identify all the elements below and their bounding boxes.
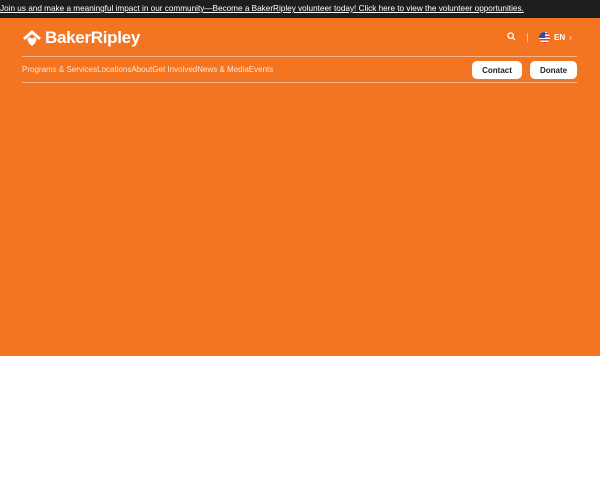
nav-about[interactable]: About (131, 65, 152, 74)
logo-text: BakerRipley (45, 28, 140, 47)
logo[interactable]: BakerRipley (22, 28, 140, 48)
main-nav: Programs & Services Locations About Get … (22, 65, 273, 74)
search-button[interactable] (507, 32, 516, 41)
chevron-right-icon: › (569, 33, 572, 42)
header-divider-top (22, 56, 577, 57)
house-heart-icon (23, 30, 41, 46)
nav-locations[interactable]: Locations (97, 65, 131, 74)
nav-news-media[interactable]: News & Media (197, 65, 249, 74)
language-label: EN (554, 33, 566, 42)
language-selector[interactable]: EN › (539, 32, 572, 43)
contact-button[interactable]: Contact (472, 61, 522, 79)
nav-programs-services[interactable]: Programs & Services (22, 65, 97, 74)
header-divider-bottom (22, 82, 577, 83)
nav-events[interactable]: Events (249, 65, 273, 74)
nav-get-involved[interactable]: Get Involved (152, 65, 197, 74)
search-icon (507, 32, 516, 41)
volunteer-banner-link[interactable]: Join us and make a meaningful impact in … (0, 0, 600, 18)
donate-button[interactable]: Donate (530, 61, 577, 79)
divider (527, 33, 528, 42)
us-flag-icon (539, 32, 550, 43)
